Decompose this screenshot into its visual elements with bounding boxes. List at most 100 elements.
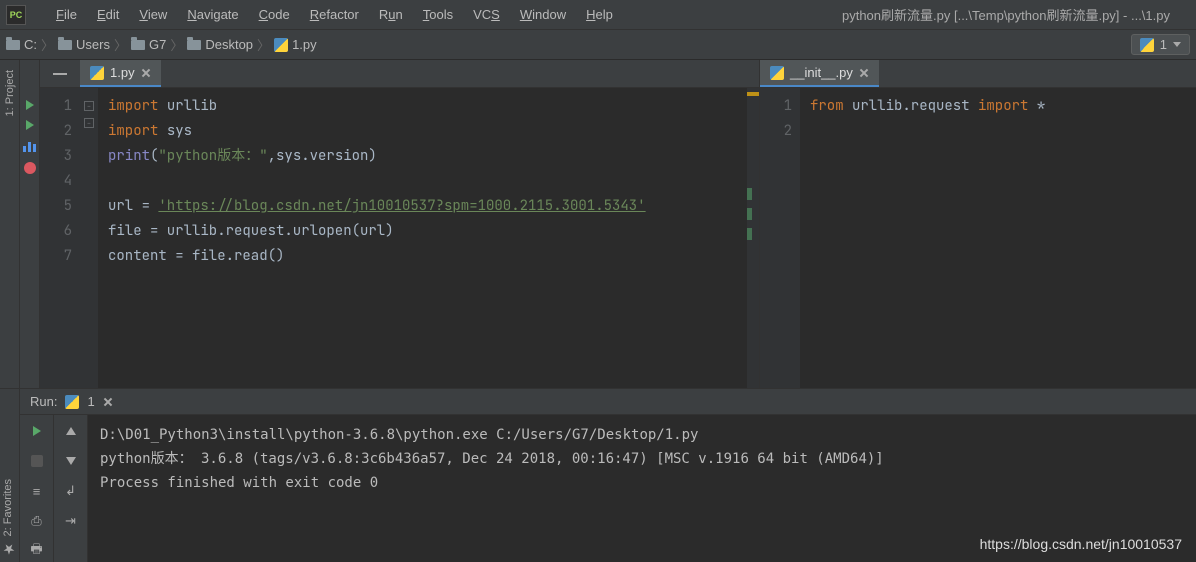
close-icon[interactable] [103,397,113,407]
close-icon[interactable] [859,68,869,78]
editor-pane-left: 1.py 1 2 3 4 5 6 7 - - import ur [40,60,760,388]
pin-icon[interactable]: ⎙ [29,513,45,529]
run-config-name: 1 [87,394,94,409]
breadcrumb-g7[interactable]: G7 [131,37,166,52]
softwrap-icon[interactable]: ↲ [63,483,79,499]
menu-view[interactable]: View [129,7,177,22]
chevron-down-icon [1173,42,1181,47]
diff-mark[interactable] [747,188,752,200]
menu-window[interactable]: Window [510,7,576,22]
console-line: D:\D01_Python3\install\python-3.6.8\pyth… [100,423,1184,447]
diff-mark[interactable] [747,208,752,220]
code-token: sys.version [276,147,368,165]
line-number: 3 [40,144,72,169]
scroll-icon[interactable]: ⇥ [63,513,79,529]
chevron-right-icon: 〉 [257,35,270,54]
run-icon[interactable] [26,120,34,130]
code-keyword: import [978,97,1037,115]
breadcrumb-label: 1.py [292,37,317,52]
line-number: 4 [40,169,72,194]
code-lines[interactable]: from urllib.request import * [800,88,1196,388]
run-icon[interactable] [26,100,34,110]
breadcrumb-drive-label: C: [24,37,37,52]
code-line: file = urllib.request.urlopen(url) [108,219,759,244]
breadcrumb-drive[interactable]: C: [6,37,37,52]
code-lines[interactable]: import urllibimport sysprint("python版本："… [98,88,759,388]
code-keyword: from [810,97,852,115]
line-numbers: 1 2 3 4 5 6 7 [40,88,80,388]
breadcrumb-users[interactable]: Users [58,37,110,52]
file-tab-1py[interactable]: 1.py [80,60,161,87]
menu-run[interactable]: Run [369,7,413,22]
project-toolwindow-button[interactable]: 1: Project [4,70,16,116]
navbar: C: 〉 Users 〉 G7 〉 Desktop 〉 1.py 1 [0,30,1196,60]
code-string: "python版本：" [158,147,267,165]
up-icon[interactable] [63,423,79,439]
console-line: python版本： 3.6.8 (tags/v3.6.8:3c6b436a57,… [100,447,1184,471]
folder-icon [131,40,145,50]
folder-icon [187,40,201,50]
line-number: 5 [40,194,72,219]
editor-pane-right: __init__.py 1 2 from urllib.request impo… [760,60,1196,388]
menu-refactor[interactable]: Refactor [300,7,369,22]
left-toolstrip: 1: Project [0,60,20,388]
tab-bar: 1.py [40,60,759,88]
run-config-label: 1 [1160,37,1167,52]
rerun-icon[interactable] [29,423,45,439]
layout-icon[interactable]: ≡ [29,483,45,499]
code-url: 'https://blog.csdn.net/jn10010537?spm=10… [158,197,645,215]
warning-mark[interactable] [747,92,759,96]
run-header: Run: 1 [20,389,1196,415]
run-wrap: Run: 1 ≡ ⎙ 🖶 ↲ ⇥ D:\D01_Python3\install\… [20,389,1196,562]
breadcrumb-file[interactable]: 1.py [274,37,317,52]
folder-icon [58,40,72,50]
file-tab-init[interactable]: __init__.py [760,60,879,87]
favorites-toolwindow-button[interactable]: ★2: Favorites [0,479,16,556]
menu-file[interactable]: File [46,7,87,22]
print-icon[interactable]: 🖶 [29,543,45,559]
down-icon[interactable] [63,453,79,469]
menu-navigate[interactable]: Navigate [177,7,248,22]
code-editor[interactable]: 1 2 3 4 5 6 7 - - import urllibimport sy… [40,88,759,388]
star-icon: ★ [0,540,16,556]
chevron-right-icon: 〉 [41,35,54,54]
diff-mark[interactable] [747,228,752,240]
breakpoint-icon[interactable] [24,162,36,174]
tab-bar: __init__.py [760,60,1196,88]
menu-vcs[interactable]: VCS [463,7,510,22]
code-token: * [1037,97,1045,115]
line-number: 7 [40,244,72,269]
run-gutter [20,60,40,388]
file-tab-label: __init__.py [790,65,853,80]
left-toolstrip-bottom: ★2: Favorites [0,389,20,562]
fold-icon[interactable]: - [84,101,94,111]
menu-help[interactable]: Help [576,7,623,22]
line-number: 1 [760,94,792,119]
stop-icon[interactable] [29,453,45,469]
main-area: 1: Project 1.py 1 2 3 4 [0,60,1196,388]
run-config-selector[interactable]: 1 [1131,34,1190,55]
breadcrumb-label: Users [76,37,110,52]
breadcrumb-desktop[interactable]: Desktop [187,37,253,52]
code-token: urllib.request [852,97,978,115]
watermark: https://blog.csdn.net/jn10010537 [980,536,1182,552]
menu-tools[interactable]: Tools [413,7,463,22]
line-number: 2 [760,119,792,144]
code-token: url = [108,197,158,215]
close-icon[interactable] [141,68,151,78]
code-editor[interactable]: 1 2 from urllib.request import * [760,88,1196,388]
coverage-icon[interactable] [23,140,36,152]
breadcrumb-label: Desktop [205,37,253,52]
run-label: Run: [30,394,57,409]
run-panel: ★2: Favorites Run: 1 ≡ ⎙ 🖶 ↲ ⇥ D:\D01_Py… [0,388,1196,562]
chevron-right-icon: 〉 [170,35,183,54]
breadcrumb-label: G7 [149,37,166,52]
menu-code[interactable]: Code [249,7,300,22]
fold-icon[interactable]: - [84,118,94,128]
code-token: sys [167,122,192,140]
error-stripe[interactable] [747,88,759,388]
menu-edit[interactable]: Edit [87,7,129,22]
menubar: PC File Edit View Navigate Code Refactor… [0,0,1196,30]
python-file-icon [770,66,784,80]
window-title: python刷新流量.py [...\Temp\python刷新流量.py] -… [842,5,1190,24]
